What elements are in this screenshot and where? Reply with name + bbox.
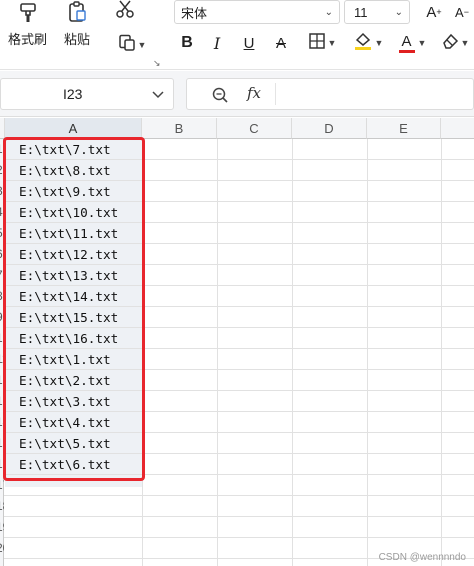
font-size-select[interactable]: 11 ⌄ bbox=[344, 0, 410, 24]
underline-label: U bbox=[243, 34, 255, 52]
format-painter-button[interactable]: 格式刷 bbox=[8, 0, 47, 48]
clear-button[interactable]: ▼ bbox=[438, 32, 472, 54]
italic-button[interactable]: I bbox=[208, 32, 226, 54]
font-color-button[interactable]: A ▼ bbox=[394, 32, 430, 54]
paint-bucket-icon bbox=[353, 31, 373, 56]
strikethrough-button[interactable]: A bbox=[272, 32, 290, 54]
gridline bbox=[4, 537, 474, 538]
underline-button[interactable]: U bbox=[240, 32, 258, 54]
font-size-value: 11 bbox=[354, 4, 368, 20]
clipboard-icon bbox=[65, 0, 89, 24]
name-box[interactable]: I23 bbox=[0, 78, 174, 110]
gridline bbox=[367, 139, 368, 566]
italic-label: I bbox=[213, 33, 221, 53]
border-grid-icon bbox=[308, 32, 326, 55]
copy-button[interactable]: ▼ bbox=[114, 34, 150, 56]
row-header-label: 17 bbox=[0, 478, 4, 492]
shrink-font-button[interactable]: A − bbox=[452, 1, 472, 23]
chevron-down-icon[interactable] bbox=[151, 87, 165, 106]
zoom-magnifier-icon[interactable] bbox=[211, 86, 229, 109]
dialog-launcher-icon[interactable]: ↘ bbox=[153, 58, 161, 69]
row-header[interactable]: 20 bbox=[0, 538, 4, 559]
ribbon-toolbar: 格式刷 粘贴 ▼ ↘ 宋体 ⌄ 11 ⌄ A + A − B I U A ▼ ▼… bbox=[0, 0, 474, 70]
font-name-select[interactable]: 宋体 ⌄ bbox=[174, 0, 340, 24]
copy-icon bbox=[118, 34, 136, 57]
format-painter-label: 格式刷 bbox=[8, 33, 48, 48]
paste-button[interactable]: 粘贴 bbox=[64, 0, 90, 48]
row-header-label: 19 bbox=[0, 520, 4, 534]
eraser-icon bbox=[441, 32, 459, 55]
red-highlight-box bbox=[3, 137, 145, 481]
formula-divider bbox=[275, 83, 276, 105]
cut-button[interactable] bbox=[112, 0, 138, 22]
chevron-down-icon: ▼ bbox=[137, 40, 147, 50]
spreadsheet-grid[interactable]: A B C D E 123456789101112131415161718192… bbox=[0, 118, 474, 566]
row-header[interactable]: 19 bbox=[0, 517, 4, 538]
grow-font-button[interactable]: A + bbox=[424, 1, 444, 23]
row-header[interactable]: 18 bbox=[0, 496, 4, 517]
watermark: CSDN @wennnndo bbox=[378, 552, 466, 563]
chevron-down-icon: ⌄ bbox=[324, 6, 333, 18]
chevron-down-icon: ⌄ bbox=[394, 6, 403, 18]
gridline bbox=[217, 139, 218, 566]
bold-label: B bbox=[181, 34, 193, 51]
column-header-a[interactable]: A bbox=[5, 118, 142, 139]
gridline bbox=[292, 139, 293, 566]
chevron-down-icon: ▼ bbox=[374, 38, 384, 48]
font-color-icon: A bbox=[398, 33, 416, 53]
insert-function-button[interactable]: fx bbox=[247, 84, 261, 102]
font-color-label: A bbox=[401, 33, 412, 50]
bold-button[interactable]: B bbox=[178, 32, 196, 54]
column-header-b[interactable]: B bbox=[142, 118, 217, 139]
scissors-icon bbox=[115, 0, 135, 24]
formula-input-area[interactable]: fx bbox=[186, 78, 474, 110]
chevron-down-icon: ▼ bbox=[460, 38, 470, 48]
formula-bar: I23 fx bbox=[0, 71, 474, 117]
column-header-c[interactable]: C bbox=[217, 118, 292, 139]
name-box-value: I23 bbox=[63, 86, 83, 102]
column-header-f[interactable] bbox=[441, 118, 474, 139]
font-name-value: 宋体 bbox=[181, 6, 208, 22]
gridline bbox=[441, 139, 442, 566]
grow-font-label: A bbox=[426, 3, 437, 21]
fill-color-button[interactable]: ▼ bbox=[350, 32, 386, 54]
paste-label: 粘贴 bbox=[64, 33, 91, 48]
strikethrough-label: A bbox=[275, 34, 286, 52]
border-button[interactable]: ▼ bbox=[304, 32, 340, 54]
chevron-down-icon: ▼ bbox=[417, 38, 427, 48]
row-header-label: 20 bbox=[0, 541, 4, 555]
gridline bbox=[4, 516, 474, 517]
chevron-down-icon: ▼ bbox=[327, 38, 337, 48]
gridline bbox=[4, 495, 474, 496]
column-header-d[interactable]: D bbox=[292, 118, 367, 139]
paint-brush-icon bbox=[16, 0, 40, 24]
column-header-e[interactable]: E bbox=[367, 118, 441, 139]
row-header-label: 18 bbox=[0, 499, 4, 513]
shrink-font-label: A bbox=[455, 4, 464, 20]
